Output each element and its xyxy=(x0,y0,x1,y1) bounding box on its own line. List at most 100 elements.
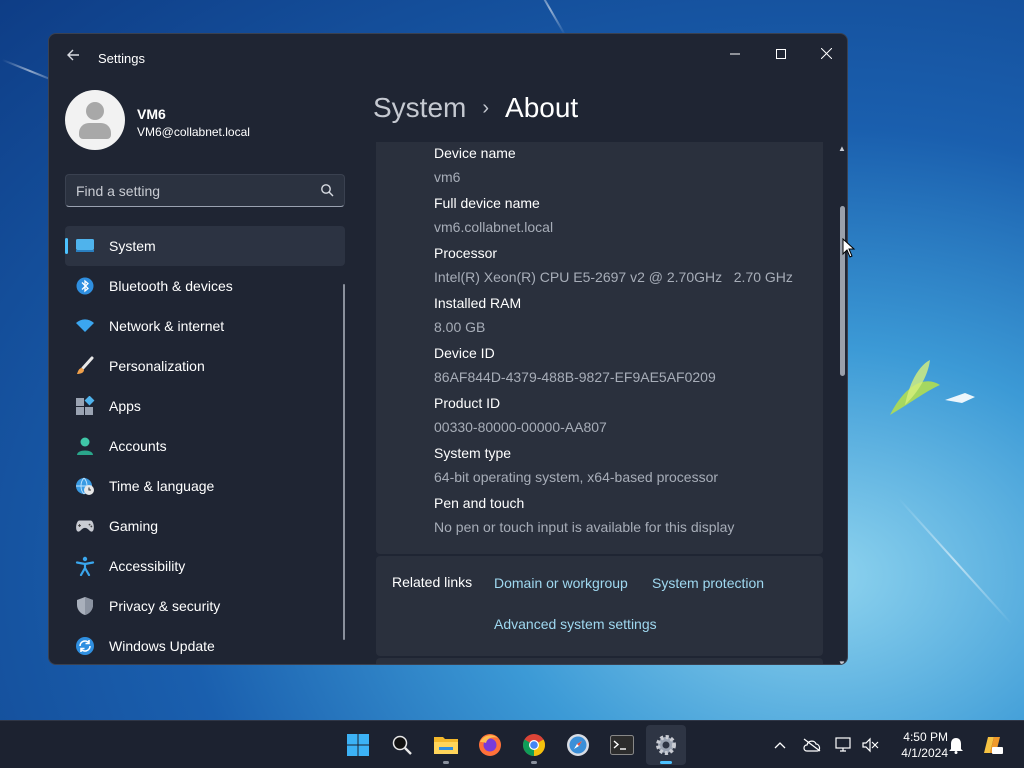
spec-value: 86AF844D-4379-488B-9827-EF9AE5AF0209 xyxy=(434,369,716,385)
spec-row: Installed RAM 8.00 GB xyxy=(434,295,521,335)
sidebar-item-accounts[interactable]: Accounts xyxy=(65,426,345,466)
sidebar-item-label: Network & internet xyxy=(109,318,225,334)
maximize-button[interactable] xyxy=(758,38,804,70)
sidebar-item-label: Gaming xyxy=(109,518,159,534)
spec-label: System type xyxy=(434,445,512,461)
globe-clock-icon xyxy=(75,476,95,496)
advanced-system-settings-link[interactable]: Advanced system settings xyxy=(494,616,657,632)
running-indicator xyxy=(660,761,672,764)
accounts-icon xyxy=(75,436,95,456)
sidebar-item-apps[interactable]: Apps xyxy=(65,386,345,426)
spec-row: Device ID 86AF844D-4379-488B-9827-EF9AE5… xyxy=(434,345,716,385)
notifications-button[interactable] xyxy=(944,733,968,757)
sidebar-scrollbar[interactable] xyxy=(343,284,345,640)
domain-or-workgroup-link[interactable]: Domain or workgroup xyxy=(494,575,628,591)
sidebar-item-label: Privacy & security xyxy=(109,598,221,614)
spec-value: No pen or touch input is available for t… xyxy=(434,519,735,535)
sidebar-item-label: System xyxy=(109,238,156,254)
spec-label: Device ID xyxy=(434,345,495,361)
taskbar-firefox[interactable] xyxy=(470,725,510,765)
taskbar-file-explorer[interactable] xyxy=(426,725,466,765)
taskbar-chrome[interactable] xyxy=(514,725,554,765)
sidebar-item-accessibility[interactable]: Accessibility xyxy=(65,546,345,586)
minimize-button[interactable] xyxy=(712,38,758,70)
network-monitor-icon xyxy=(835,737,851,752)
volume-tray[interactable] xyxy=(858,733,882,757)
system-icon xyxy=(75,236,95,256)
content-scrollbar[interactable]: ▲ ▼ xyxy=(836,142,847,664)
sidebar-item-personalization[interactable]: Personalization xyxy=(65,346,345,386)
brush-icon xyxy=(75,356,95,376)
spec-row: Processor Intel(R) Xeon(R) CPU E5-2697 v… xyxy=(434,245,793,285)
search-input[interactable] xyxy=(76,175,316,206)
related-links-card: Related links Domain or workgroup System… xyxy=(376,556,823,656)
spec-label: Pen and touch xyxy=(434,495,525,511)
back-button[interactable] xyxy=(63,48,83,68)
wifi-icon xyxy=(75,316,95,336)
spec-value: vm6.collabnet.local xyxy=(434,219,554,235)
network-tray[interactable] xyxy=(832,733,856,757)
taskbar-safari[interactable] xyxy=(558,725,598,765)
avatar[interactable] xyxy=(65,90,125,150)
sidebar-item-gaming[interactable]: Gaming xyxy=(65,506,345,546)
search-box xyxy=(65,174,345,207)
spec-value: Intel(R) Xeon(R) CPU E5-2697 v2 @ 2.70GH… xyxy=(434,269,793,285)
sidebar-item-bluetooth[interactable]: Bluetooth & devices xyxy=(65,266,345,306)
taskbar-clock[interactable]: 4:50 PM 4/1/2024 xyxy=(884,729,948,761)
start-button[interactable] xyxy=(338,725,378,765)
wallpaper-light-streak xyxy=(897,497,1013,625)
chevron-right-icon: › xyxy=(482,96,490,119)
spec-value: 64-bit operating system, x64-based proce… xyxy=(434,469,719,485)
shield-icon xyxy=(75,596,95,616)
spec-value: 8.00 GB xyxy=(434,319,486,335)
sidebar-item-privacy-security[interactable]: Privacy & security xyxy=(65,586,345,626)
safari-icon xyxy=(567,734,589,756)
next-card xyxy=(376,658,823,664)
scrollbar-thumb[interactable] xyxy=(840,206,845,376)
speaker-muted-icon xyxy=(862,737,879,753)
settings-window: Settings VM6 VM6@collabnet.local System xyxy=(48,33,848,665)
firefox-icon xyxy=(479,734,501,756)
taskbar-settings[interactable] xyxy=(646,725,686,765)
spec-row: Pen and touch No pen or touch input is a… xyxy=(434,495,734,535)
search-icon xyxy=(392,735,412,755)
update-icon xyxy=(75,636,95,656)
wallpaper-bird-icon xyxy=(890,360,975,415)
taskbar: 4:50 PM 4/1/2024 xyxy=(0,720,1024,768)
active-indicator xyxy=(65,238,68,254)
settings-icon xyxy=(656,735,676,755)
spec-label: Full device name xyxy=(434,195,540,211)
system-protection-link[interactable]: System protection xyxy=(652,575,764,591)
sidebar-item-label: Time & language xyxy=(109,478,215,494)
close-button[interactable] xyxy=(803,38,847,70)
apps-icon xyxy=(75,396,95,416)
scroll-up-icon[interactable]: ▲ xyxy=(838,144,846,153)
copilot-icon xyxy=(984,737,1003,754)
sidebar-item-system[interactable]: System xyxy=(65,226,345,266)
sidebar-nav: System Bluetooth & devices Network & int… xyxy=(65,226,345,664)
sidebar-item-windows-update[interactable]: Windows Update xyxy=(65,626,345,664)
sidebar-item-time-language[interactable]: Time & language xyxy=(65,466,345,506)
running-indicator xyxy=(443,761,449,764)
running-indicator xyxy=(531,761,537,764)
spec-label: Processor xyxy=(434,245,498,261)
copilot-button[interactable] xyxy=(980,733,1004,757)
sidebar-item-network[interactable]: Network & internet xyxy=(65,306,345,346)
accessibility-icon xyxy=(75,556,95,576)
search-icon[interactable] xyxy=(320,183,334,197)
spec-row: Product ID 00330-80000-00000-AA807 xyxy=(434,395,607,435)
maximize-icon xyxy=(776,49,786,59)
spec-label: Device name xyxy=(434,145,516,161)
start-icon xyxy=(347,734,369,756)
spec-label: Product ID xyxy=(434,395,501,411)
onedrive-tray[interactable] xyxy=(800,733,824,757)
taskbar-terminal[interactable] xyxy=(602,725,642,765)
spec-row: System type 64-bit operating system, x64… xyxy=(434,445,718,485)
taskbar-search-button[interactable] xyxy=(382,725,422,765)
back-arrow-icon xyxy=(67,49,79,61)
show-hidden-icons-button[interactable] xyxy=(768,733,792,757)
chevron-up-icon xyxy=(774,742,786,749)
scroll-down-icon[interactable]: ▼ xyxy=(838,659,846,664)
breadcrumb: System › About xyxy=(373,92,578,124)
breadcrumb-parent[interactable]: System xyxy=(373,92,466,124)
